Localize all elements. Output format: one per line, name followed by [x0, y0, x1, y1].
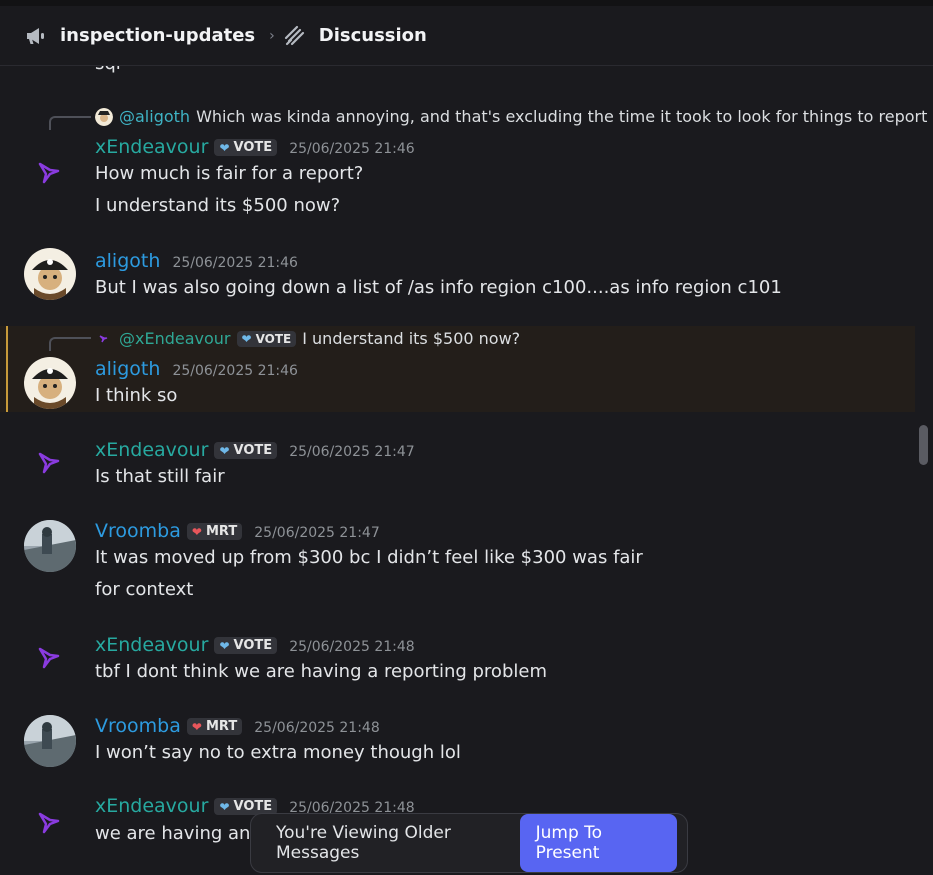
username[interactable]: aligoth	[95, 250, 160, 272]
message-group-highlighted[interactable]: @xEndeavour ❤ VOTE I understand its $500 …	[0, 326, 915, 412]
username[interactable]: Vroomba	[95, 520, 181, 542]
timestamp: 25/06/2025 21:46	[172, 255, 298, 271]
blue-heart-icon: ❤	[241, 331, 252, 346]
reply-connector	[49, 337, 91, 351]
timestamp: 25/06/2025 21:47	[254, 525, 380, 541]
message-group[interactable]: Vroomba ❤ MRT 25/06/2025 21:48 I won’t sa…	[0, 705, 915, 775]
username[interactable]: xEndeavour	[95, 634, 208, 656]
message-text: Is that still fair	[95, 466, 225, 487]
reply-text: I understand its $500 now?	[302, 329, 521, 348]
timestamp: 25/06/2025 21:48	[289, 639, 415, 655]
timestamp: 25/06/2025 21:46	[289, 141, 415, 157]
xendeavour-mini-avatar	[99, 334, 108, 342]
message-group[interactable]: xEndeavour ❤ VOTE 25/06/2025 21:48 tbf I …	[0, 623, 915, 693]
reply-preview[interactable]: @xEndeavour ❤ VOTE I understand its $500 …	[95, 329, 520, 348]
message-text: I understand its $500 now?	[95, 195, 341, 216]
message-text: we are having an a	[95, 823, 268, 844]
megaphone-icon[interactable]	[24, 24, 48, 48]
message-text: It was moved up from $300 bc I didn’t fe…	[95, 547, 643, 568]
username[interactable]: xEndeavour	[95, 439, 208, 461]
xendeavour-avatar[interactable]	[24, 436, 76, 488]
message-text: But I was also going down a list of /as …	[95, 277, 782, 298]
reply-text: Which was kinda annoying, and that's exc…	[196, 107, 928, 126]
timestamp: 25/06/2025 21:47	[289, 444, 415, 460]
channel-header: inspection-updates › Discussion	[0, 6, 933, 66]
xendeavour-avatar[interactable]	[24, 796, 76, 848]
channel-name[interactable]: inspection-updates	[60, 25, 255, 46]
message-text: for context	[95, 579, 194, 600]
red-heart-icon: ❤	[191, 719, 202, 734]
older-messages-bar: You're Viewing Older Messages Jump To Pr…	[250, 813, 688, 873]
reply-connector	[49, 116, 91, 130]
message-group[interactable]: Vroomba ❤ MRT 25/06/2025 21:47 It was mov…	[0, 510, 915, 610]
scrollbar-thumb[interactable]	[919, 425, 928, 465]
message-group[interactable]: @aligoth Which was kinda annoying, and t…	[0, 96, 927, 226]
breadcrumb-separator: ›	[269, 27, 275, 44]
message-text: I won’t say no to extra money though lol	[95, 742, 461, 763]
vroomba-avatar[interactable]	[24, 715, 76, 767]
blue-heart-icon: ❤	[219, 443, 230, 458]
message-group[interactable]: aligoth 25/06/2025 21:46 But I was also …	[0, 241, 915, 311]
reply-mention[interactable]: @aligoth	[119, 107, 190, 126]
role-badge: ❤ VOTE	[236, 330, 297, 347]
role-badge: ❤ VOTE	[214, 139, 278, 156]
role-badge: ❤ VOTE	[214, 442, 278, 459]
username[interactable]: xEndeavour	[95, 136, 208, 158]
role-badge: ❤ MRT	[186, 718, 243, 735]
message-list[interactable]: sql @aligoth Which was kinda annoying, a…	[0, 66, 933, 875]
thread-name: Discussion	[318, 25, 427, 46]
message-text: tbf I dont think we are having a reporti…	[95, 661, 547, 682]
blue-heart-icon: ❤	[219, 799, 230, 814]
aligoth-avatar[interactable]	[24, 357, 76, 409]
timestamp: 25/06/2025 21:48	[254, 720, 380, 736]
username[interactable]: aligoth	[95, 358, 160, 380]
role-badge: ❤ VOTE	[214, 637, 278, 654]
message-text: sql	[95, 66, 121, 74]
vroomba-avatar[interactable]	[24, 520, 76, 572]
xendeavour-avatar[interactable]	[24, 146, 76, 198]
reply-preview[interactable]: @aligoth Which was kinda annoying, and t…	[95, 107, 927, 126]
role-badge: ❤ MRT	[186, 523, 243, 540]
jump-to-present-button[interactable]: Jump To Present	[519, 814, 677, 872]
message-group[interactable]: xEndeavour ❤ VOTE 25/06/2025 21:47 Is tha…	[0, 428, 915, 498]
message-text: I think so	[95, 385, 178, 406]
blue-heart-icon: ❤	[219, 638, 230, 653]
thread-icon	[284, 25, 304, 45]
xendeavour-avatar[interactable]	[24, 631, 76, 683]
blue-heart-icon: ❤	[219, 140, 230, 155]
timestamp: 25/06/2025 21:46	[172, 363, 298, 379]
red-heart-icon: ❤	[191, 524, 202, 539]
older-messages-label: You're Viewing Older Messages	[276, 823, 451, 863]
aligoth-mini-avatar	[95, 107, 113, 126]
username[interactable]: Vroomba	[95, 715, 181, 737]
message-text: How much is fair for a report?	[95, 163, 364, 184]
username[interactable]: xEndeavour	[95, 795, 208, 817]
reply-mention[interactable]: @xEndeavour	[119, 329, 231, 348]
aligoth-avatar[interactable]	[24, 248, 76, 300]
